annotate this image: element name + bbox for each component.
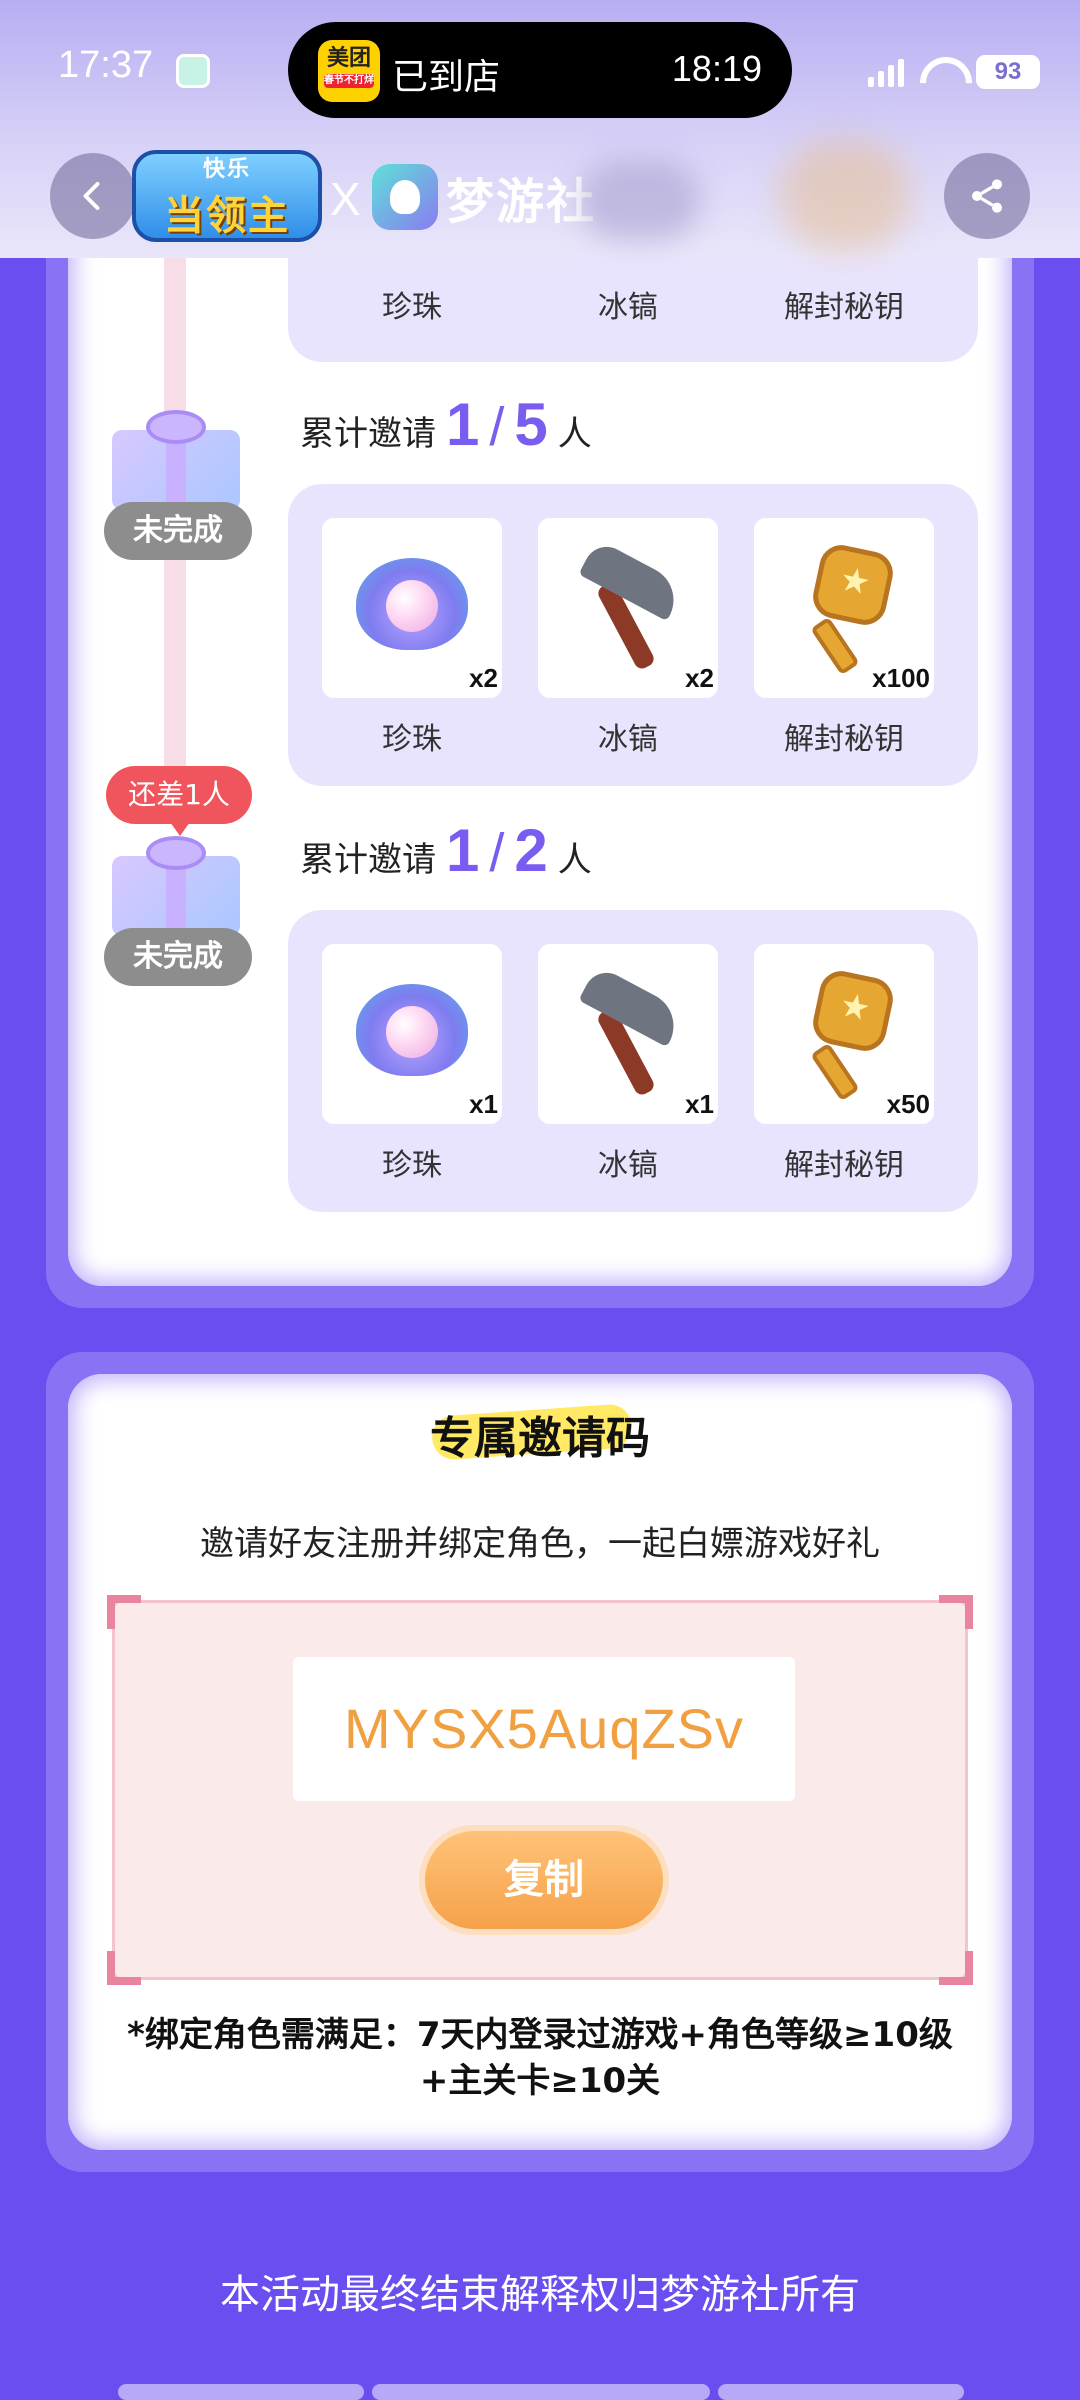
reward-panel: x2 珍珠 x2 冰镐 x100 解封秘钥	[288, 484, 978, 786]
pearl-icon	[356, 558, 468, 650]
gift-box-icon	[108, 410, 244, 510]
chevron-left-icon	[83, 182, 100, 210]
tab-indicator[interactable]	[372, 2384, 710, 2400]
gift-box-icon	[108, 836, 244, 936]
key-icon	[794, 541, 904, 678]
battery-indicator: 93	[976, 55, 1040, 89]
reward-item: x1 珍珠	[322, 944, 502, 1184]
pickaxe-icon	[578, 538, 688, 672]
notification-app-icon	[176, 54, 210, 88]
tab-indicator[interactable]	[718, 2384, 964, 2400]
blurred-decoration	[580, 160, 700, 240]
game-logo: 快乐 当领主	[132, 150, 322, 242]
reward-item: x100 解封秘钥	[754, 518, 934, 758]
reward-panel: x1 珍珠 x1 冰镐 x50 解封秘钥	[288, 910, 978, 1212]
status-indicators: 93	[868, 52, 1040, 92]
island-time: 18:19	[671, 48, 762, 89]
invite-code-title: 专属邀请码	[430, 1413, 650, 1464]
footer-disclaimer: 本活动最终结束解释权归梦游社所有	[220, 2272, 860, 2318]
remaining-count-badge: 还差1人	[106, 766, 252, 836]
tab-indicator[interactable]	[118, 2384, 364, 2400]
copy-button[interactable]: 复制	[425, 1831, 663, 1929]
milestone-title: 累计邀请 1 / 2 人	[300, 817, 592, 884]
milestone-status-badge: 未完成	[104, 928, 252, 986]
reward-tile: x2	[322, 518, 502, 698]
meituan-logo-icon: 美团 春节不打烊	[318, 40, 380, 102]
header-bar: 快乐 当领主 X 梦游社	[0, 140, 1080, 258]
binding-requirements-note: *绑定角色需满足：7天内登录过游戏+角色等级≥10级+主关卡≥10关	[127, 2015, 953, 2101]
status-bar: 17:37 美团 春节不打烊 已到店 18:19 93	[0, 0, 1080, 140]
reward-tile: x50	[754, 944, 934, 1124]
pickaxe-icon	[578, 964, 688, 1098]
blurred-decoration	[780, 140, 910, 250]
reward-item: x2 珍珠	[322, 518, 502, 758]
pearl-icon	[356, 984, 468, 1076]
collab-x: X	[330, 173, 361, 225]
invite-code-subtitle: 邀请好友注册并绑定角色，一起白嫖游戏好礼	[200, 1524, 880, 1564]
reward-tile: x1	[322, 944, 502, 1124]
corner-decoration	[107, 1595, 141, 1629]
milestone-title: 累计邀请 1 / 5 人	[300, 391, 592, 458]
invite-code-box: MYSX5AuqZSv 复制	[107, 1595, 973, 1985]
signal-icon	[868, 57, 904, 87]
reward-item: x2 冰镐	[538, 518, 718, 758]
corner-decoration	[939, 1595, 973, 1629]
reward-tile: x2	[538, 518, 718, 698]
corner-decoration	[107, 1951, 141, 1985]
wifi-icon	[920, 57, 960, 87]
corner-decoration	[939, 1951, 973, 1985]
bottom-tab-indicators	[118, 2384, 964, 2400]
back-button[interactable]	[50, 153, 136, 239]
milestone-status-badge: 未完成	[104, 502, 252, 560]
island-status-text: 已到店	[392, 57, 501, 98]
share-button[interactable]	[944, 153, 1030, 239]
share-icon	[972, 179, 1002, 213]
reward-tile: x1	[538, 944, 718, 1124]
dynamic-island[interactable]: 美团 春节不打烊 已到店 18:19	[288, 22, 792, 118]
status-time: 17:37	[58, 44, 154, 86]
brand-mascot-icon	[372, 164, 438, 230]
brand-logo: 梦游社	[372, 162, 596, 232]
invite-code-value[interactable]: MYSX5AuqZSv	[293, 1657, 795, 1801]
key-icon	[794, 967, 904, 1104]
reward-tile: x100	[754, 518, 934, 698]
reward-item: x1 冰镐	[538, 944, 718, 1184]
reward-item: x50 解封秘钥	[754, 944, 934, 1184]
